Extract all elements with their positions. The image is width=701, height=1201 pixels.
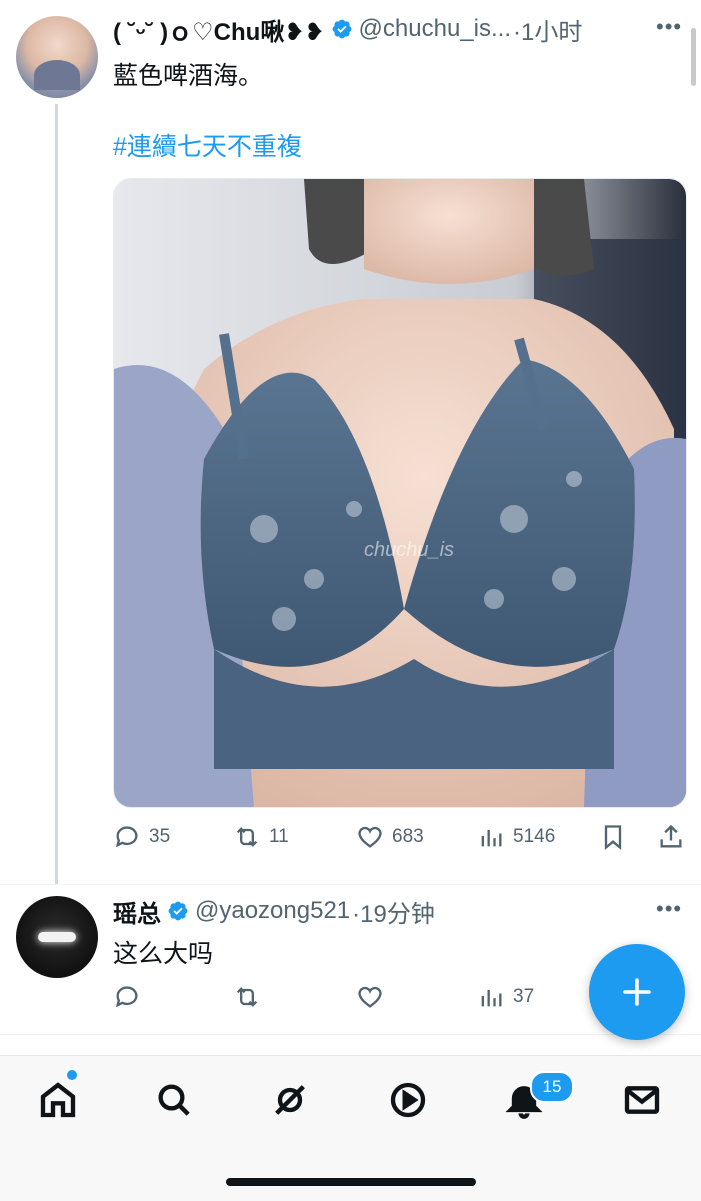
views-count: 5146 bbox=[513, 826, 556, 847]
reply-icon bbox=[115, 826, 138, 848]
thread-line bbox=[55, 104, 58, 884]
play-icon bbox=[390, 1082, 426, 1118]
compose-button[interactable] bbox=[589, 944, 685, 1040]
tweet-text: 这么大吗 bbox=[113, 940, 214, 968]
tweet-text: 藍色啤酒海。 bbox=[113, 62, 264, 90]
nav-video[interactable] bbox=[386, 1078, 430, 1122]
tweet-actions: 37 bbox=[113, 980, 583, 1014]
reply-icon bbox=[115, 986, 138, 1008]
watermark: chuchu_is bbox=[364, 539, 455, 561]
handle[interactable]: @yaozong521 bbox=[195, 897, 350, 925]
home-unread-dot bbox=[67, 1070, 77, 1080]
like-button[interactable] bbox=[356, 983, 384, 1011]
grok-icon bbox=[275, 1085, 305, 1115]
retweet-button[interactable]: 11 bbox=[233, 823, 289, 851]
nav-home[interactable] bbox=[36, 1078, 80, 1122]
retweet-count: 11 bbox=[269, 826, 289, 847]
timestamp[interactable]: ·1小时 bbox=[513, 12, 582, 47]
home-icon bbox=[40, 1082, 76, 1118]
avatar[interactable] bbox=[16, 16, 98, 98]
views-button[interactable]: 37 bbox=[477, 983, 534, 1011]
reply-count: 35 bbox=[149, 826, 171, 847]
more-horizontal-icon[interactable]: ••• bbox=[656, 14, 682, 40]
tweet-media-image[interactable]: chuchu_is bbox=[113, 178, 687, 808]
retweet-icon bbox=[236, 827, 258, 847]
like-button[interactable]: 683 bbox=[356, 823, 424, 851]
more-horizontal-icon[interactable]: ••• bbox=[656, 896, 682, 922]
like-count: 683 bbox=[392, 826, 424, 847]
views-chart-icon bbox=[481, 830, 502, 847]
reply-button[interactable] bbox=[113, 983, 141, 1011]
verified-badge-icon bbox=[167, 900, 189, 922]
heart-icon bbox=[358, 986, 382, 1008]
divider bbox=[0, 884, 701, 885]
notifications-badge: 15 bbox=[530, 1071, 574, 1103]
tweet-header: ( ˘ᵕ˘ )ｏ♡Chu啾❥❥ @chuchu_is... ·1小时 bbox=[113, 12, 673, 47]
display-name[interactable]: ( ˘ᵕ˘ )ｏ♡Chu啾❥❥ bbox=[113, 12, 325, 47]
retweet-icon bbox=[236, 987, 258, 1007]
avatar[interactable] bbox=[16, 896, 98, 978]
heart-icon bbox=[358, 826, 382, 848]
hashtag-link[interactable]: #連續七天不重複 bbox=[113, 127, 302, 163]
bookmark-icon bbox=[604, 825, 622, 850]
nav-grok[interactable] bbox=[268, 1078, 312, 1122]
display-name[interactable]: 瑶总 bbox=[113, 894, 161, 929]
scrollbar[interactable] bbox=[691, 28, 696, 86]
reply-button[interactable]: 35 bbox=[113, 823, 170, 851]
views-count: 37 bbox=[513, 986, 535, 1007]
handle[interactable]: @chuchu_is... bbox=[359, 15, 511, 43]
nav-search[interactable] bbox=[152, 1078, 196, 1122]
nav-messages[interactable] bbox=[620, 1078, 664, 1122]
divider bbox=[0, 1034, 701, 1035]
share-button[interactable] bbox=[657, 823, 685, 851]
verified-badge-icon bbox=[331, 18, 353, 40]
views-chart-icon bbox=[481, 990, 502, 1007]
retweet-button[interactable] bbox=[233, 983, 261, 1011]
home-indicator bbox=[226, 1178, 476, 1186]
views-button[interactable]: 5146 bbox=[477, 823, 555, 851]
timestamp[interactable]: ·19分钟 bbox=[352, 894, 435, 929]
tweet-header: 瑶总 @yaozong521 ·19分钟 bbox=[113, 894, 653, 929]
bookmark-button[interactable] bbox=[599, 823, 627, 851]
tweet-actions: 35 11 683 5146 bbox=[113, 820, 685, 854]
search-icon bbox=[158, 1084, 190, 1116]
photo-illustration bbox=[114, 179, 686, 807]
mail-icon bbox=[624, 1086, 660, 1114]
share-icon bbox=[660, 824, 682, 848]
plus-icon bbox=[623, 978, 651, 1006]
